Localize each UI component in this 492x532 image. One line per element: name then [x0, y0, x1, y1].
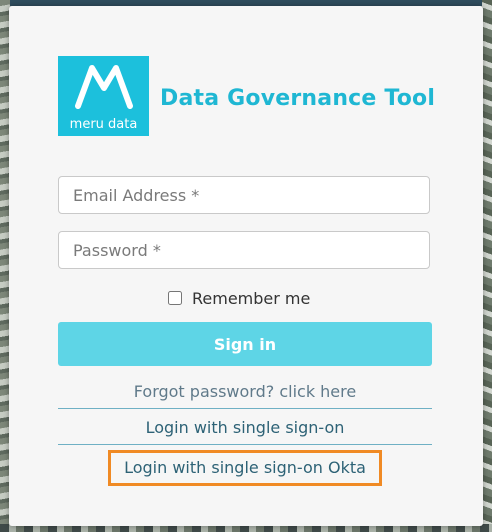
meru-data-logo: meru data — [58, 56, 149, 136]
sso-login-link[interactable]: Login with single sign-on — [58, 414, 432, 442]
email-field[interactable] — [58, 176, 430, 214]
remember-me-label: Remember me — [192, 288, 311, 308]
sign-in-button[interactable]: Sign in — [58, 322, 432, 366]
remember-me-checkbox[interactable] — [168, 291, 182, 305]
mountain-m-icon — [75, 65, 133, 109]
login-card: meru data Data Governance Tool Remember … — [9, 6, 483, 526]
forgot-password-link[interactable]: Forgot password? click here — [58, 379, 432, 405]
divider — [58, 408, 432, 409]
sso-okta-login-link[interactable]: Login with single sign-on Okta — [58, 452, 432, 484]
password-field[interactable] — [58, 231, 430, 269]
remember-me[interactable]: Remember me — [168, 286, 310, 310]
app-title: Data Governance Tool — [160, 86, 436, 111]
logo-text: meru data — [69, 117, 138, 132]
divider — [58, 444, 432, 445]
brand-header: meru data Data Governance Tool — [58, 56, 438, 140]
background-image-right — [482, 0, 492, 532]
